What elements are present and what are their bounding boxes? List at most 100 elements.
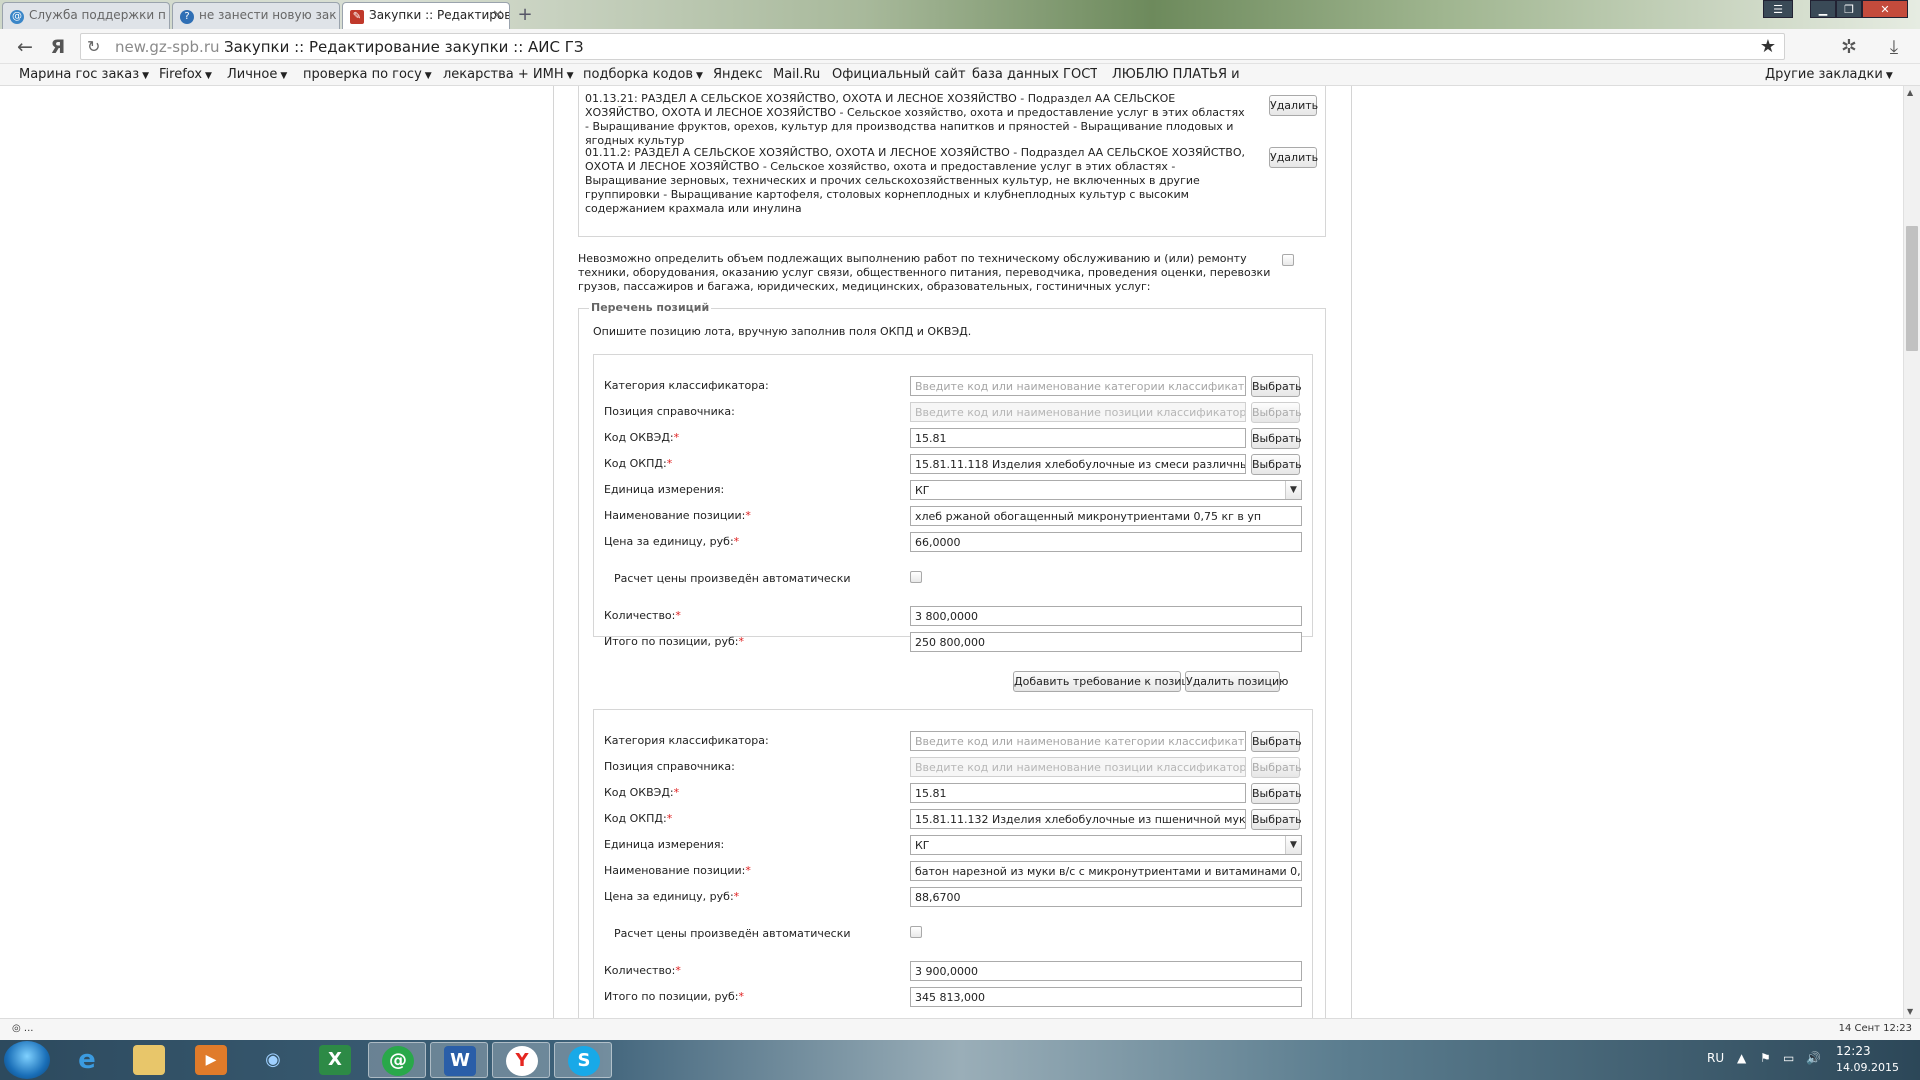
bookmarks-bar: Марина гос заказ ▼ Firefox ▼ Личное ▼ прове…	[0, 64, 1920, 86]
bookmark-folder-marina[interactable]: Марина гос заказ ▼	[19, 67, 149, 82]
price-input[interactable]: 88,6700	[910, 887, 1302, 907]
quantity-input[interactable]: 3 800,0000	[910, 606, 1302, 626]
downloads-button[interactable]: ⤓	[1882, 35, 1906, 59]
okved-delete-button[interactable]: Удалить	[1269, 147, 1318, 168]
taskbar-excel[interactable]: X	[306, 1042, 364, 1078]
total-input[interactable]: 250 800,000	[910, 632, 1302, 652]
minimize-button[interactable]: ▁	[1810, 0, 1836, 18]
tab-procurement[interactable]: ✎ Закупки :: Редактиров ✕	[342, 2, 510, 30]
quantity-input[interactable]: 3 900,0000	[910, 961, 1302, 981]
tab-support[interactable]: @ Служба поддержки п	[2, 2, 170, 29]
taskbar-yandex-browser[interactable]: Y	[492, 1042, 550, 1078]
tab-close-icon[interactable]: ✕	[492, 8, 503, 23]
price-input[interactable]: 66,0000	[910, 532, 1302, 552]
bookmark-mailru[interactable]: Mail.Ru	[773, 67, 820, 82]
category-choose-button[interactable]: Выбрать	[1251, 376, 1302, 397]
browser-menu-button[interactable]: ☰	[1763, 0, 1793, 18]
caret-down-icon: ▼	[1885, 71, 1893, 81]
volume-icon[interactable]: 🔊	[1806, 1051, 1821, 1065]
language-indicator[interactable]: RU	[1707, 1051, 1724, 1065]
category-input[interactable]: Введите код или наименование категории к…	[910, 376, 1246, 396]
okpd-choose-button[interactable]: Выбрать	[1251, 809, 1302, 830]
reference-choose-button: Выбрать	[1251, 402, 1302, 423]
maximize-button[interactable]: ❐	[1836, 0, 1862, 18]
total-label: Итого по позиции, руб:*	[604, 635, 744, 648]
reference-input: Введите код или наименование позиции кла…	[910, 757, 1246, 777]
close-window-button[interactable]: ✕	[1862, 0, 1908, 18]
scroll-down-icon[interactable]: ▼	[1907, 1007, 1913, 1016]
quantity-label-text: Количество:	[604, 964, 676, 977]
bookmark-yandex[interactable]: Яндекс	[713, 67, 763, 82]
total-label-text: Итого по позиции, руб:	[604, 635, 739, 648]
yandex-button[interactable]: Я	[46, 35, 70, 59]
okpd-input[interactable]: 15.81.11.118 Изделия хлебобулочные из см…	[910, 454, 1246, 474]
category-choose-button[interactable]: Выбрать	[1251, 731, 1302, 752]
total-input[interactable]: 345 813,000	[910, 987, 1302, 1007]
bookmark-star-icon[interactable]: ★	[1760, 36, 1776, 57]
position-name-input[interactable]: хлеб ржаной обогащенный микронутриентами…	[910, 506, 1302, 526]
browser-status-bar: ◎ ... 14 Сент 12:23	[0, 1018, 1920, 1040]
unit-select[interactable]: КГ ▼	[910, 835, 1302, 855]
bookmark-folder-codes[interactable]: подборка кодов ▼	[583, 67, 703, 82]
taskbar-word[interactable]: W	[430, 1042, 488, 1078]
page-scrollbar[interactable]: ▲ ▼	[1903, 86, 1920, 1018]
taskbar-mail-agent[interactable]: @	[368, 1042, 426, 1078]
tab-question[interactable]: ? не занести новую зак	[172, 2, 340, 29]
auto-price-checkbox[interactable]	[910, 571, 922, 583]
other-bookmarks[interactable]: Другие закладки ▼	[1765, 67, 1893, 82]
bookmark-folder-firefox[interactable]: Firefox ▼	[159, 67, 212, 82]
bookmark-label: проверка по госу	[303, 67, 422, 82]
okved-input[interactable]: 15.81	[910, 783, 1246, 803]
okved-label-text: Код ОКВЭД:	[604, 431, 674, 444]
total-label: Итого по позиции, руб:*	[604, 990, 744, 1003]
delete-position-button[interactable]: Удалить позицию	[1185, 671, 1288, 692]
taskbar-internet-explorer[interactable]: e	[58, 1042, 116, 1078]
address-bar[interactable]: ↻ new.gz-spb.ru Закупки :: Редактировани…	[80, 33, 1785, 60]
taskbar-media-player[interactable]: ▶	[182, 1042, 240, 1078]
yandex-browser-icon: Y	[506, 1046, 538, 1076]
price-label-text: Цена за единицу, руб:	[604, 535, 734, 548]
scrollbar-thumb[interactable]	[1906, 226, 1918, 351]
network-icon[interactable]: ▭	[1783, 1051, 1794, 1065]
okpd-choose-button[interactable]: Выбрать	[1251, 454, 1302, 475]
scroll-up-icon[interactable]: ▲	[1907, 88, 1913, 97]
okved-delete-button[interactable]: Удалить	[1269, 95, 1318, 116]
okpd-input[interactable]: 15.81.11.132 Изделия хлебобулочные из пш…	[910, 809, 1246, 829]
chevron-down-icon: ▼	[1285, 481, 1301, 499]
bookmark-dresses[interactable]: ЛЮБЛЮ ПЛАТЬЯ и	[1112, 67, 1242, 82]
auto-price-checkbox[interactable]	[910, 926, 922, 938]
arrow-left-icon: ←	[17, 36, 33, 58]
bookmark-official-site[interactable]: Официальный сайт	[832, 67, 966, 82]
reference-label: Позиция справочника:	[604, 405, 735, 418]
taskbar-skype[interactable]: S	[554, 1042, 612, 1078]
caret-down-icon: ▼	[424, 71, 432, 81]
unit-select[interactable]: КГ ▼	[910, 480, 1302, 500]
new-tab-button[interactable]: +	[514, 4, 536, 26]
category-input[interactable]: Введите код или наименование категории к…	[910, 731, 1246, 751]
add-requirement-button[interactable]: Добавить требование к позиции	[1013, 671, 1203, 692]
tab-title: не занести новую зак	[199, 8, 337, 22]
bookmark-gost-db[interactable]: база данных ГОСТ Т	[972, 67, 1097, 82]
okved-input[interactable]: 15.81	[910, 428, 1246, 448]
clock-date[interactable]: 14.09.2015	[1836, 1061, 1899, 1074]
bookmark-label: лекарства + ИМН	[443, 67, 564, 82]
reload-icon[interactable]: ↻	[87, 37, 100, 56]
clock-time[interactable]: 12:23	[1836, 1044, 1871, 1058]
taskbar-file-explorer[interactable]	[120, 1042, 178, 1078]
reference-choose-button: Выбрать	[1251, 757, 1302, 778]
tray-expand-icon[interactable]: ▲	[1737, 1051, 1746, 1065]
action-center-flag-icon[interactable]: ⚑	[1760, 1051, 1771, 1065]
position-name-input[interactable]: батон нарезной из муки в/с с микронутрие…	[910, 861, 1302, 881]
bookmark-folder-check[interactable]: проверка по госу ▼	[303, 67, 432, 82]
windows-taskbar: e ▶ ◉ X @ W Y S RU ▲ ⚑ ▭ 🔊 12:23 14.09.2…	[0, 1040, 1920, 1080]
taskbar-outlook[interactable]: ◉	[244, 1042, 302, 1078]
okved-choose-button[interactable]: Выбрать	[1251, 428, 1302, 449]
windows-start-icon[interactable]	[4, 1041, 50, 1079]
bookmark-folder-personal[interactable]: Личное ▼	[227, 67, 287, 82]
status-left-text: ...	[23, 1023, 34, 1034]
bookmark-folder-medicine[interactable]: лекарства + ИМН ▼	[443, 67, 574, 82]
back-button[interactable]: ←	[13, 35, 37, 59]
extensions-button[interactable]: ✲	[1837, 35, 1861, 59]
okved-choose-button[interactable]: Выбрать	[1251, 783, 1302, 804]
volume-undetermined-checkbox[interactable]	[1282, 254, 1294, 266]
